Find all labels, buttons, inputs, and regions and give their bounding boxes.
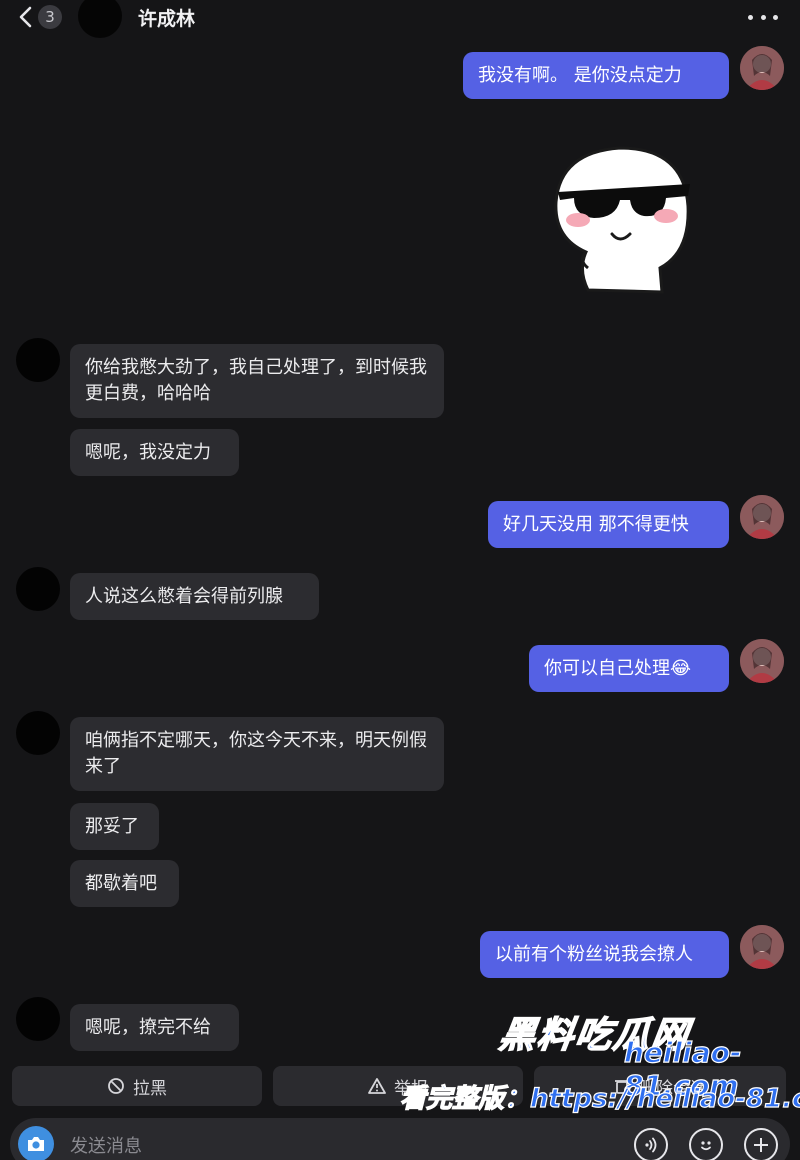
contact-name: 许成林 <box>138 8 196 30</box>
my-avatar[interactable] <box>740 925 784 969</box>
my-avatar[interactable] <box>740 639 784 683</box>
message-bubble-in[interactable]: 嗯呢，我没定力 <box>70 429 239 476</box>
message-bubble-in[interactable]: 你给我憋大劲了，我自己处理了，到时候我更白费，哈哈哈 <box>70 344 444 418</box>
message-bubble-in[interactable]: 咱俩指不定哪天，你这今天不来，明天例假来了 <box>70 717 444 791</box>
delete-conversation-button[interactable]: 删除会话 <box>534 1066 786 1106</box>
warning-icon <box>368 1078 386 1094</box>
add-button[interactable] <box>744 1128 778 1160</box>
chat-screen: 3 许成林 我没有啊。 是你没点定力 你给我憋大劲了，我自己处理了，到时候我更白… <box>0 0 800 1160</box>
more-dot-icon <box>748 14 753 20</box>
emoji-face-icon <box>701 1141 711 1151</box>
message-bubble-in[interactable]: 人说这么憋着会得前列腺 <box>70 573 319 620</box>
watermark-brand: 黑料吃瓜网 <box>496 1014 693 1057</box>
profile-photo-icon <box>740 46 784 90</box>
delete-conversation-label: 删除会话 <box>639 1078 707 1099</box>
contact-avatar-small[interactable] <box>16 997 60 1041</box>
message-bubble-in[interactable]: 都歇着吧 <box>70 860 179 907</box>
report-label: 举报 <box>394 1078 428 1099</box>
back-button[interactable]: 3 <box>18 4 68 30</box>
voice-wave-icon <box>645 1137 657 1153</box>
message-input[interactable] <box>68 1132 572 1160</box>
emoji-button[interactable] <box>689 1128 723 1160</box>
block-label: 拉黑 <box>133 1078 167 1099</box>
more-dot-icon <box>773 14 778 20</box>
message-bubble-out[interactable]: 我没有啊。 是你没点定力 <box>463 52 729 99</box>
contact-avatar[interactable] <box>78 0 122 38</box>
plus-icon <box>754 1138 768 1152</box>
message-bubble-in[interactable]: 嗯呢，撩完不给 <box>70 1004 239 1051</box>
report-button[interactable]: 举报 <box>273 1066 523 1106</box>
profile-photo-icon <box>740 495 784 539</box>
message-bubble-out[interactable]: 你可以自己处理😂 <box>529 645 729 692</box>
profile-photo-icon <box>740 639 784 683</box>
block-icon <box>108 1078 124 1094</box>
block-button[interactable]: 拉黑 <box>12 1066 262 1106</box>
trash-icon <box>615 1080 629 1094</box>
message-bubble-out[interactable]: 以前有个粉丝说我会撩人 <box>480 931 729 978</box>
contact-avatar-small[interactable] <box>16 338 60 382</box>
contact-avatar-small[interactable] <box>16 567 60 611</box>
chevron-left-icon <box>19 6 32 28</box>
message-input-bar <box>10 1118 790 1160</box>
profile-photo-icon <box>740 925 784 969</box>
message-bubble-out[interactable]: 好几天没用 那不得更快 <box>488 501 729 548</box>
sticker-icon <box>554 146 690 294</box>
chat-header: 3 许成林 <box>0 0 800 40</box>
my-avatar[interactable] <box>740 495 784 539</box>
camera-icon <box>28 1137 44 1151</box>
voice-button[interactable] <box>634 1128 668 1160</box>
unread-count-badge: 3 <box>38 5 62 29</box>
chat-action-bar: 拉黑 举报 删除会话 <box>0 1066 800 1108</box>
message-bubble-in[interactable]: 那妥了 <box>70 803 159 850</box>
sunglasses-face-sticker[interactable] <box>548 140 698 300</box>
my-avatar[interactable] <box>740 46 784 90</box>
more-dot-icon <box>760 14 766 20</box>
contact-avatar-small[interactable] <box>16 711 60 755</box>
more-options-button[interactable] <box>748 8 778 26</box>
camera-button[interactable] <box>18 1126 54 1160</box>
